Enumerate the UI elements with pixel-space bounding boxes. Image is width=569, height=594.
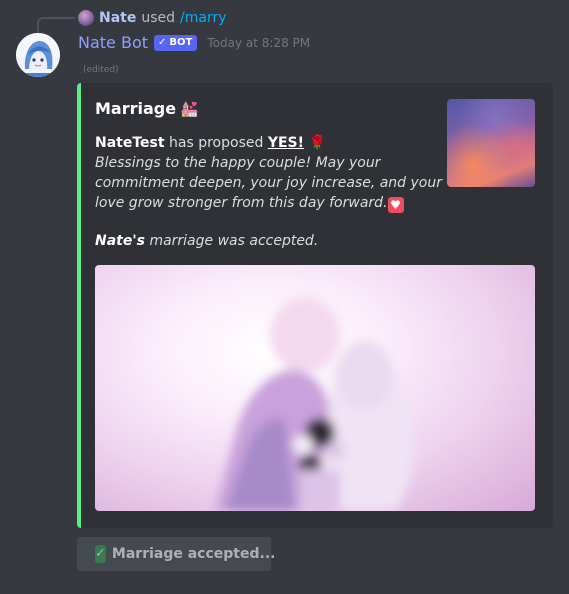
proposed-text: has proposed bbox=[169, 135, 264, 151]
embed-title: Marriage 💒 bbox=[95, 99, 199, 118]
embed-description: NateTest has proposed YES! 🌹 Blessings t… bbox=[95, 133, 442, 251]
rose-icon: 🌹 bbox=[308, 135, 326, 151]
bot-avatar-icon[interactable] bbox=[16, 33, 60, 77]
marriage-accepted-label: Marriage accepted... bbox=[111, 546, 276, 562]
acceptance-line: Nate's marriage was accepted. bbox=[95, 231, 420, 251]
embed-thumbnail-image[interactable] bbox=[447, 99, 535, 187]
message-header: Nate Bot ✓ BOT Today at 8:28 PM bbox=[78, 33, 310, 52]
blessing-line-2: commitment deepen, your joy increase, an… bbox=[95, 175, 442, 191]
slash-command-link[interactable]: /marry bbox=[180, 10, 226, 26]
edited-label: (edited) bbox=[83, 65, 119, 75]
accepted-name: Nate's bbox=[95, 233, 145, 249]
embed-title-text: Marriage bbox=[95, 99, 177, 118]
reply-username[interactable]: Nate bbox=[99, 10, 136, 26]
bot-tag-badge: ✓ BOT bbox=[154, 34, 198, 51]
proposer-name: NateTest bbox=[95, 135, 165, 151]
reply-user-avatar-icon[interactable] bbox=[78, 10, 94, 26]
message-timestamp[interactable]: Today at 8:28 PM bbox=[207, 36, 310, 50]
reply-connector-line bbox=[37, 17, 75, 33]
blessing-line-3: love grow stronger from this day forward… bbox=[95, 195, 388, 211]
blessing-line-1: Blessings to the happy couple! May your bbox=[95, 155, 381, 171]
marriage-accepted-button[interactable]: ✓ Marriage accepted... bbox=[77, 537, 275, 571]
marriage-embed: Marriage 💒 NateTest has proposed YES! 🌹 … bbox=[77, 83, 553, 528]
embed-wedding-image[interactable] bbox=[95, 265, 535, 511]
bot-tag-label: BOT bbox=[169, 37, 193, 48]
reply-action-text: used bbox=[141, 10, 176, 26]
yes-text: YES! bbox=[267, 135, 304, 151]
bot-username[interactable]: Nate Bot bbox=[78, 33, 148, 52]
white-check-mark-icon: ✓ bbox=[95, 545, 106, 563]
wedding-chapel-icon: 💒 bbox=[180, 99, 199, 118]
proposal-line: NateTest has proposed YES! 🌹 bbox=[95, 133, 420, 153]
heart-icon: ♥ bbox=[387, 197, 404, 213]
verified-checkmark-icon: ✓ bbox=[158, 37, 167, 48]
accepted-text: marriage was accepted. bbox=[149, 233, 319, 249]
blessing-line-3-wrapper: love grow stronger from this day forward… bbox=[95, 193, 420, 213]
reply-context[interactable]: Nate used /marry bbox=[78, 8, 227, 28]
